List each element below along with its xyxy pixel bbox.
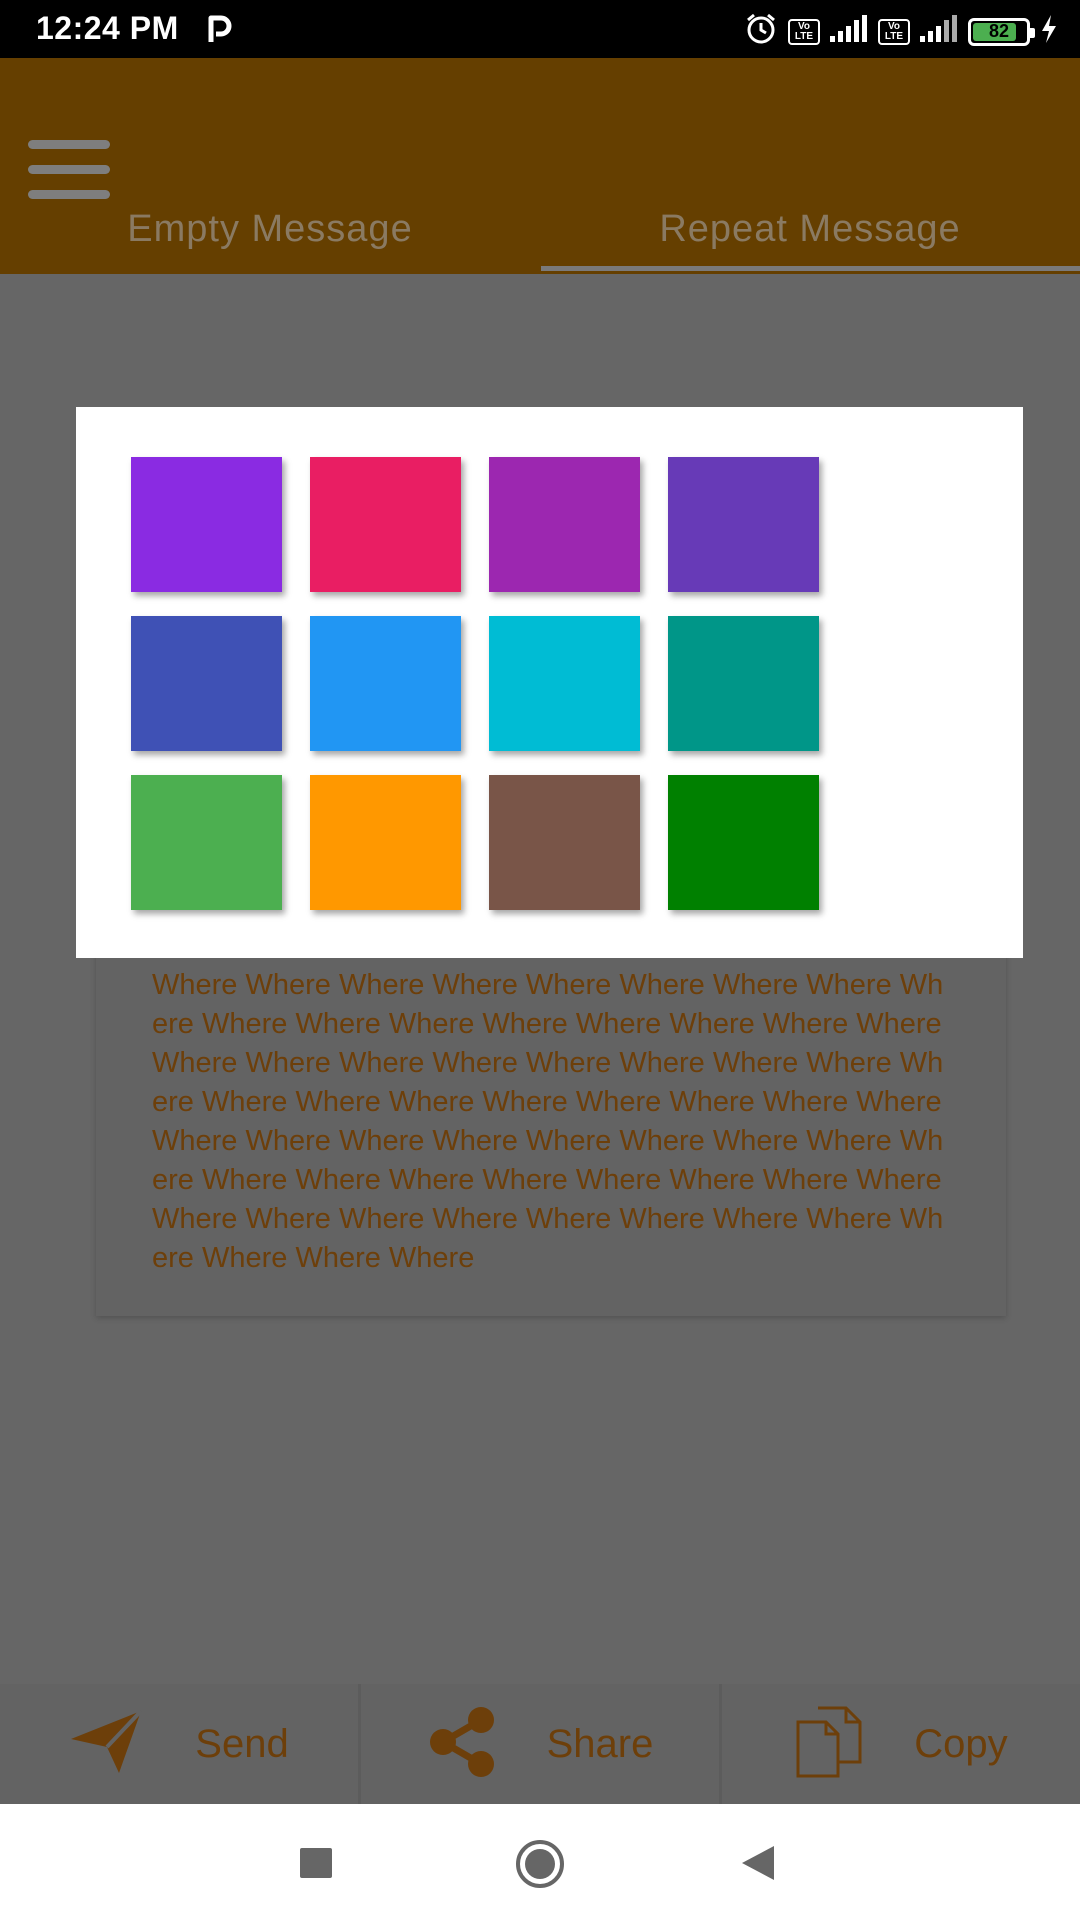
back-button[interactable] bbox=[742, 1846, 774, 1880]
tab-bar: Empty Message Repeat Message bbox=[0, 208, 1080, 274]
volte-bottom-label: LTE bbox=[794, 30, 814, 42]
status-icons: Vo LTE Vo LTE 82 bbox=[744, 12, 1058, 51]
copy-button[interactable]: Copy bbox=[722, 1684, 1080, 1804]
home-button[interactable] bbox=[516, 1840, 564, 1888]
battery-level: 82 bbox=[988, 21, 1010, 41]
status-bar: 12:24 PM Vo LTE Vo LTE 82 bbox=[0, 0, 1080, 58]
menu-icon[interactable] bbox=[28, 140, 110, 200]
send-label: Send bbox=[195, 1721, 289, 1766]
color-swatch-1[interactable] bbox=[131, 457, 282, 592]
share-label: Share bbox=[546, 1721, 654, 1766]
volte-bottom-label-2: LTE bbox=[884, 30, 904, 42]
bottom-action-bar: Send Share Copy bbox=[0, 1684, 1080, 1804]
app-bar: Empty Message Repeat Message bbox=[0, 58, 1080, 274]
send-button[interactable]: Send bbox=[0, 1684, 361, 1804]
status-time: 12:24 PM bbox=[36, 10, 179, 46]
volte-top-label-2: Vo bbox=[887, 20, 901, 32]
color-swatch-11[interactable] bbox=[489, 775, 640, 910]
color-swatch-4[interactable] bbox=[668, 457, 819, 592]
color-swatch-5[interactable] bbox=[131, 616, 282, 751]
tab-empty-message[interactable]: Empty Message bbox=[0, 208, 540, 274]
color-swatch-10[interactable] bbox=[310, 775, 461, 910]
charging-icon bbox=[1040, 14, 1058, 49]
volte-icon-2: Vo LTE bbox=[878, 18, 910, 45]
send-icon bbox=[69, 1709, 145, 1780]
color-swatch-6[interactable] bbox=[310, 616, 461, 751]
color-swatch-8[interactable] bbox=[668, 616, 819, 751]
parking-notification-icon bbox=[206, 14, 234, 49]
system-nav-bar bbox=[0, 1804, 1080, 1920]
alarm-icon bbox=[744, 12, 778, 51]
signal-icon-2 bbox=[920, 14, 958, 49]
volte-top-label: Vo bbox=[797, 20, 811, 32]
recents-button[interactable] bbox=[300, 1848, 332, 1878]
copy-icon bbox=[794, 1706, 864, 1783]
battery-tip bbox=[1030, 27, 1035, 38]
tab-indicator bbox=[541, 266, 1080, 271]
color-swatch-7[interactable] bbox=[489, 616, 640, 751]
share-button[interactable]: Share bbox=[361, 1684, 722, 1804]
color-swatch-grid bbox=[131, 457, 819, 910]
color-swatch-12[interactable] bbox=[668, 775, 819, 910]
copy-label: Copy bbox=[914, 1721, 1008, 1766]
color-swatch-3[interactable] bbox=[489, 457, 640, 592]
tab-repeat-message[interactable]: Repeat Message bbox=[540, 208, 1080, 274]
color-swatch-2[interactable] bbox=[310, 457, 461, 592]
color-picker-dialog bbox=[76, 407, 1023, 958]
share-icon bbox=[427, 1706, 497, 1783]
signal-icon bbox=[830, 14, 868, 49]
volte-icon: Vo LTE bbox=[788, 18, 820, 45]
color-swatch-9[interactable] bbox=[131, 775, 282, 910]
message-output-card: Where Where Where Where Where Where Wher… bbox=[96, 896, 1006, 1316]
battery-icon: 82 bbox=[968, 17, 1035, 46]
